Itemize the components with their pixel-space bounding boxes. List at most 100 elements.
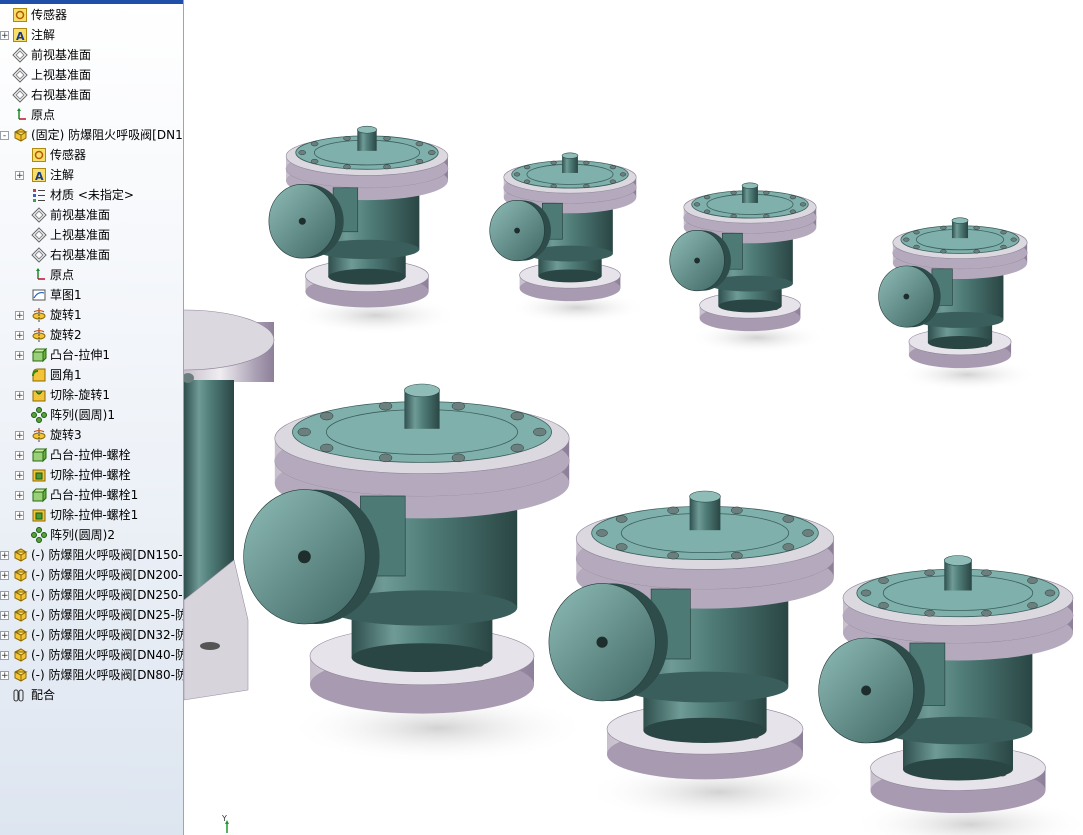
valve-partial-left[interactable] bbox=[184, 309, 275, 701]
expand-toggle[interactable]: + bbox=[0, 611, 9, 621]
tree-item-label: (-) 防爆阻火呼吸阀[DN250- bbox=[31, 588, 183, 602]
valve-dn32[interactable] bbox=[489, 152, 646, 324]
tree-item[interactable]: + (-) 防爆阻火呼吸阀[DN150- bbox=[0, 545, 183, 565]
tree-item[interactable]: + A 注解 bbox=[15, 165, 75, 185]
tree-item-label: 凸台-拉伸1 bbox=[50, 348, 110, 362]
part-icon bbox=[12, 127, 28, 143]
tree-root-selected-row[interactable] bbox=[0, 0, 183, 4]
expand-toggle[interactable]: + bbox=[15, 351, 24, 361]
tree-item[interactable]: + (-) 防爆阻火呼吸阀[DN40-防 bbox=[0, 645, 184, 665]
expand-toggle[interactable]: + bbox=[15, 491, 24, 501]
valve-dn40[interactable] bbox=[669, 182, 826, 354]
tree-item-label: 右视基准面 bbox=[50, 248, 111, 262]
tree-item[interactable]: 原点 bbox=[31, 265, 74, 285]
tree-item[interactable]: 前视基准面 bbox=[12, 45, 91, 65]
plane-icon bbox=[31, 247, 47, 263]
tree-item-label: 原点 bbox=[31, 108, 56, 122]
expand-toggle[interactable]: + bbox=[15, 311, 24, 321]
tree-item[interactable]: 上视基准面 bbox=[31, 225, 110, 245]
tree-item[interactable]: + A 注解 bbox=[0, 25, 56, 45]
tree-item-label: 注解 bbox=[50, 168, 75, 182]
origin-icon bbox=[31, 267, 47, 283]
plane-icon bbox=[31, 227, 47, 243]
expand-toggle[interactable]: + bbox=[15, 391, 24, 401]
valve-dn80[interactable] bbox=[818, 555, 1083, 835]
tree-item[interactable]: + 切除-拉伸-螺栓1 bbox=[15, 505, 138, 525]
annotation-icon: A bbox=[12, 27, 28, 43]
expand-toggle[interactable]: + bbox=[15, 171, 24, 181]
extrude-boss-icon bbox=[31, 347, 47, 363]
tree-item[interactable]: 阵列(圆周)2 bbox=[31, 525, 115, 545]
tree-item[interactable]: 材质 <未指定> bbox=[31, 185, 134, 205]
circular-pattern-icon bbox=[31, 407, 47, 423]
tree-item-label: 配合 bbox=[31, 688, 56, 702]
svg-text:A: A bbox=[35, 170, 44, 183]
tree-item[interactable]: + 凸台-拉伸-螺栓 bbox=[15, 445, 131, 465]
expand-toggle[interactable]: + bbox=[0, 571, 9, 581]
tree-item-label: 凸台-拉伸-螺栓1 bbox=[50, 488, 139, 502]
mates-icon bbox=[12, 687, 28, 703]
tree-item[interactable]: + (-) 防爆阻火呼吸阀[DN80-防 bbox=[0, 665, 183, 685]
tree-item[interactable]: + 旋转2 bbox=[15, 325, 82, 345]
expand-toggle[interactable]: + bbox=[15, 451, 24, 461]
valve-dn25[interactable] bbox=[878, 217, 1037, 391]
tree-item[interactable]: + (-) 防爆阻火呼吸阀[DN200- bbox=[0, 565, 183, 585]
annotation-icon: A bbox=[31, 167, 47, 183]
tree-item[interactable]: - (固定) 防爆阻火呼吸阀[DN1 bbox=[0, 125, 183, 145]
expand-toggle[interactable]: + bbox=[15, 471, 24, 481]
tree-item[interactable]: + 凸台-拉伸-螺栓1 bbox=[15, 485, 139, 505]
expand-toggle[interactable]: + bbox=[0, 671, 9, 681]
tree-item[interactable]: 传感器 bbox=[31, 145, 86, 165]
expand-toggle[interactable]: + bbox=[15, 431, 24, 441]
fillet-icon bbox=[31, 367, 47, 383]
tree-item-label: (-) 防爆阻火呼吸阀[DN32-防 bbox=[31, 628, 184, 642]
assembly-3d-view[interactable] bbox=[184, 0, 1083, 835]
tree-item[interactable]: + 旋转3 bbox=[15, 425, 82, 445]
tree-item[interactable]: 原点 bbox=[12, 105, 55, 125]
expand-toggle[interactable]: + bbox=[15, 511, 24, 521]
tree-item[interactable]: 右视基准面 bbox=[12, 85, 91, 105]
valve-dn250[interactable] bbox=[243, 383, 590, 764]
tree-item[interactable]: + (-) 防爆阻火呼吸阀[DN32-防 bbox=[0, 625, 184, 645]
tree-item-label: 圆角1 bbox=[50, 368, 82, 382]
expand-toggle[interactable]: + bbox=[0, 651, 9, 661]
tree-item[interactable]: 草图1 bbox=[31, 285, 82, 305]
tree-item[interactable]: + 切除-旋转1 bbox=[15, 385, 110, 405]
plane-icon bbox=[12, 47, 28, 63]
expand-toggle[interactable]: + bbox=[0, 631, 9, 641]
graphics-viewport[interactable] bbox=[184, 0, 1083, 835]
valve-dn150[interactable] bbox=[268, 125, 460, 335]
tree-item[interactable]: 配合 bbox=[12, 685, 55, 705]
tree-item-label: (-) 防爆阻火呼吸阀[DN40-防 bbox=[31, 648, 184, 662]
tree-item[interactable]: 阵列(圆周)1 bbox=[31, 405, 115, 425]
revolve-icon bbox=[31, 307, 47, 323]
part-icon bbox=[12, 667, 28, 683]
tree-item-label: 切除-拉伸-螺栓 bbox=[50, 468, 131, 482]
tree-item[interactable]: 上视基准面 bbox=[12, 65, 91, 85]
valve-dn200[interactable] bbox=[548, 490, 852, 823]
collapse-toggle[interactable]: - bbox=[0, 131, 9, 141]
part-icon bbox=[12, 587, 28, 603]
material-icon bbox=[31, 187, 47, 203]
tree-item-label: 注解 bbox=[31, 28, 56, 42]
feature-manager-tree[interactable]: 传感器 + A 注解 前视基准面 上视基准面 右视基准面 原点 - (固定) 防爆阻火呼吸阀[DN… bbox=[0, 0, 184, 835]
expand-toggle[interactable]: + bbox=[0, 591, 9, 601]
tree-item[interactable]: + (-) 防爆阻火呼吸阀[DN250- bbox=[0, 585, 183, 605]
sensor-icon bbox=[12, 7, 28, 23]
tree-item[interactable]: + (-) 防爆阻火呼吸阀[DN25-防 bbox=[0, 605, 183, 625]
tree-item[interactable]: + 凸台-拉伸1 bbox=[15, 345, 110, 365]
part-icon bbox=[12, 567, 28, 583]
tree-item[interactable]: 圆角1 bbox=[31, 365, 82, 385]
tree-item[interactable]: 传感器 bbox=[12, 5, 67, 25]
tree-item-label: (固定) 防爆阻火呼吸阀[DN1 bbox=[31, 128, 183, 142]
tree-item-label: (-) 防爆阻火呼吸阀[DN200- bbox=[31, 568, 183, 582]
expand-toggle[interactable]: + bbox=[0, 31, 9, 41]
tree-item-label: 传感器 bbox=[31, 8, 68, 22]
expand-toggle[interactable]: + bbox=[15, 331, 24, 341]
tree-item[interactable]: + 切除-拉伸-螺栓 bbox=[15, 465, 131, 485]
tree-item[interactable]: 前视基准面 bbox=[31, 205, 110, 225]
tree-item[interactable]: + 旋转1 bbox=[15, 305, 82, 325]
tree-item[interactable]: 右视基准面 bbox=[31, 245, 110, 265]
expand-toggle[interactable]: + bbox=[0, 551, 9, 561]
extrude-boss-icon bbox=[31, 447, 47, 463]
